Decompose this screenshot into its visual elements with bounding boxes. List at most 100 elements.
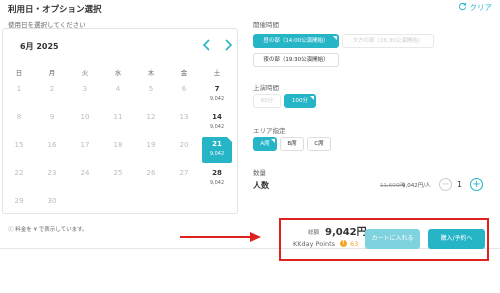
calendar-day: 6: [169, 85, 199, 111]
annotation-arrow-icon: [180, 232, 261, 242]
quantity-label: 数量: [253, 169, 266, 177]
person-label: 人数: [253, 181, 269, 190]
total-label: 総額: [308, 230, 320, 236]
currency-note: ⓘ 料金を ¥ で表示しています。: [8, 227, 88, 233]
quantity-increment-button[interactable]: +: [470, 178, 483, 191]
calendar-day: 10: [70, 113, 100, 139]
day-number: 17: [80, 141, 90, 149]
calendar-day-available[interactable]: 21 9,042: [202, 137, 232, 163]
calendar-day: 23: [37, 169, 67, 195]
weekday-label: 月: [48, 69, 56, 77]
points-label: KKday Points: [293, 240, 336, 248]
calendar-day: 25: [103, 169, 133, 195]
session-option[interactable]: 夜の部（19:30公演開始）: [253, 53, 339, 67]
weekday-label: 土: [213, 69, 221, 77]
calendar-day-available[interactable]: 7 9,042: [202, 85, 232, 111]
selected-corner-icon: [227, 137, 232, 142]
day-number: 30: [47, 197, 57, 205]
day-price: 9,042: [209, 151, 225, 157]
quantity-value: 1: [457, 180, 463, 189]
calendar-day: 26: [136, 169, 166, 195]
duration-option: 60分: [253, 94, 281, 108]
day-number: 4: [115, 85, 121, 93]
weekday-label: 木: [147, 69, 155, 77]
quantity-decrement-button[interactable]: −: [439, 178, 452, 191]
day-number: 25: [113, 169, 123, 177]
day-number: 7: [214, 85, 220, 93]
calendar-month-label: 6月 2025: [20, 42, 59, 51]
clear-label: クリア: [469, 3, 493, 12]
day-price: 9,042: [209, 180, 225, 186]
points-value: 63: [350, 240, 359, 248]
day-number: 10: [80, 113, 90, 121]
clear-button[interactable]: クリア: [458, 2, 493, 13]
day-number: 3: [82, 85, 88, 93]
points-coin-icon: !: [340, 240, 347, 247]
day-number: 27: [179, 169, 189, 177]
day-number: 11: [113, 113, 123, 121]
add-to-cart-button[interactable]: カートに入れる: [365, 229, 420, 249]
area-option[interactable]: B席: [280, 137, 304, 151]
day-number: 15: [14, 141, 24, 149]
calendar-day: 20: [169, 141, 199, 167]
calendar-day: 13: [169, 113, 199, 139]
calendar-day: 17: [70, 141, 100, 167]
calendar-day: 1: [4, 85, 34, 111]
calendar-day: 27: [169, 169, 199, 195]
day-number: 29: [14, 197, 24, 205]
calendar-day: 5: [136, 85, 166, 111]
session-label: 開催時間: [253, 21, 279, 29]
day-number: 2: [49, 85, 55, 93]
prev-month-button[interactable]: [200, 37, 214, 51]
calendar-day: 16: [37, 141, 67, 167]
session-option: 夕方の部（16:30公演開始）: [342, 34, 434, 48]
calendar: 6月 2025 日月火水木金土 1 2 3 4 5 6 7 9,042 8 9 10 11 12 13 14…: [2, 28, 238, 214]
chevron-left-icon: [202, 39, 210, 51]
session-option[interactable]: 昼の部（14:00公演開始）: [253, 34, 339, 48]
calendar-day: 8: [4, 113, 34, 139]
next-month-button[interactable]: [221, 37, 235, 51]
chevron-right-icon: [225, 39, 233, 51]
weekday-label: 金: [180, 69, 188, 77]
day-number: 18: [113, 141, 123, 149]
day-price: 9,042: [209, 124, 225, 130]
unit-price: 9,042円/人: [402, 183, 431, 189]
day-number: 24: [80, 169, 90, 177]
day-number: 28: [212, 169, 222, 177]
duration-label: 上演時間: [253, 84, 279, 92]
page-title: 利用日・オプション選択: [8, 5, 102, 15]
calendar-day: 22: [4, 169, 34, 195]
day-number: 8: [16, 113, 22, 121]
refresh-icon: [458, 2, 467, 13]
weekday-label: 火: [81, 69, 89, 77]
calendar-day-available[interactable]: 28 9,042: [202, 169, 232, 195]
calendar-day: 19: [136, 141, 166, 167]
day-number: 12: [146, 113, 156, 121]
day-number: 6: [181, 85, 187, 93]
day-price: 9,042: [209, 96, 225, 102]
weekday-label: 水: [114, 69, 122, 77]
day-number: 22: [14, 169, 24, 177]
area-option[interactable]: C席: [307, 137, 331, 151]
area-option[interactable]: A席: [253, 137, 277, 151]
calendar-day: 29: [4, 197, 34, 223]
calendar-day-available[interactable]: 14 9,042: [202, 113, 232, 139]
day-number: 5: [148, 85, 154, 93]
weekday-label: 日: [15, 69, 23, 77]
calendar-day: 9: [37, 113, 67, 139]
calendar-day: 11: [103, 113, 133, 139]
day-number: 13: [179, 113, 189, 121]
day-number: 20: [179, 141, 189, 149]
total-price: 9,042円: [325, 227, 367, 238]
day-number: 1: [16, 85, 22, 93]
calendar-day: 12: [136, 113, 166, 139]
area-label: エリア指定: [253, 127, 286, 135]
day-number: 23: [47, 169, 57, 177]
day-number: 14: [212, 113, 222, 121]
calendar-day: 4: [103, 85, 133, 111]
day-number: 9: [49, 113, 55, 121]
calendar-day: 2: [37, 85, 67, 111]
duration-option[interactable]: 100分: [284, 94, 316, 108]
calendar-day: 18: [103, 141, 133, 167]
book-button[interactable]: 購入/予約へ: [428, 229, 485, 249]
